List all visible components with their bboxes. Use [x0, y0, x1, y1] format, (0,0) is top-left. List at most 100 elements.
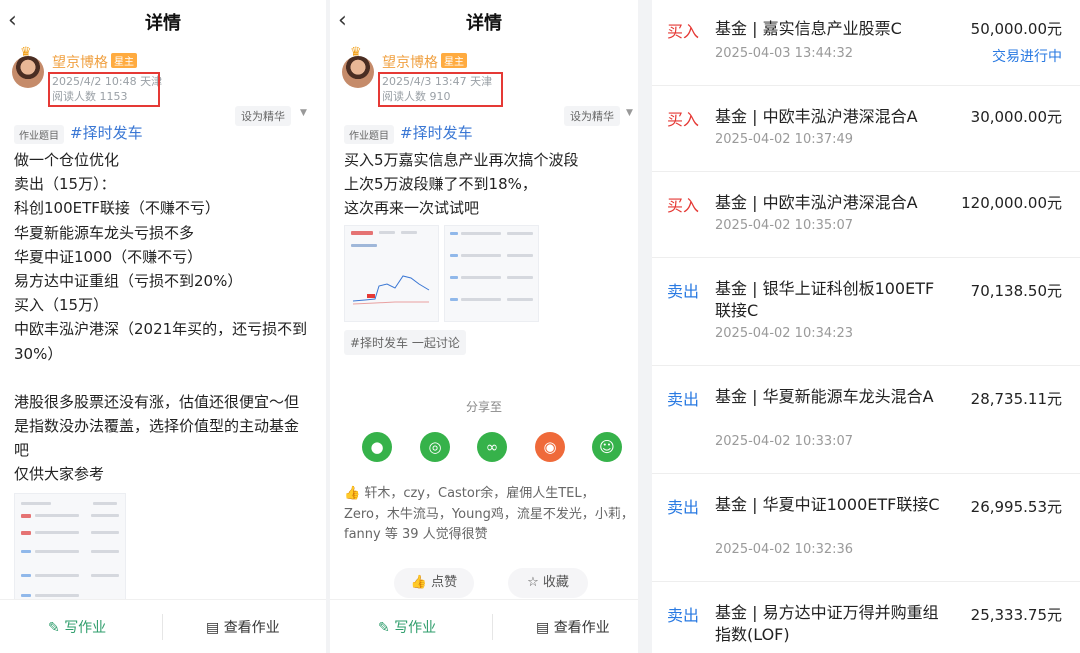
- assignment-tag: 作业题目: [14, 125, 64, 144]
- author-header: ♛ 望京博格 星主 2025/4/2 10:48 天津 阅读人数 1153 设为精…: [0, 40, 326, 126]
- order-type: 卖出: [667, 498, 700, 517]
- order-row[interactable]: 买入 基金 | 中欧丰泓沪港深混合A 2025-04-02 10:37:49 30,0…: [652, 86, 1080, 172]
- order-amount: 50,000.00元: [970, 20, 1062, 38]
- fund-orders-panel: 买入 基金 | 嘉实信息产业股票C 2025-04-03 13:44:32 50,00…: [652, 0, 1080, 653]
- order-time: 2025-04-02 10:37:49: [715, 132, 854, 147]
- body-line: 中欧丰泓沪港深（2021年买的，还亏损不到: [14, 320, 308, 339]
- highlight-box: [48, 72, 160, 107]
- body-line: 华夏新能源车龙头亏损不多: [14, 223, 195, 242]
- order-time: 2025-04-03 13:44:32: [715, 46, 854, 61]
- fund-name: 基金 | 易方达中证万得并购重组指数(LOF): [715, 603, 939, 644]
- avatar[interactable]: [12, 56, 44, 88]
- share-label: 分享至: [465, 400, 502, 414]
- body-line: 吧: [14, 441, 30, 460]
- attached-screenshot[interactable]: [14, 493, 126, 603]
- body-line: 买入5万嘉实信息产业再次搞个波段: [344, 151, 579, 169]
- mini-line-chart: [352, 275, 430, 305]
- body-line: 买入（15万）: [14, 296, 109, 315]
- order-type: 买入: [667, 196, 700, 215]
- view-homework-button[interactable]: ▤ 查看作业: [206, 617, 280, 637]
- body-line: 港股很多股票还没有涨，估值还很便宜～但: [14, 392, 300, 411]
- order-type: 买入: [667, 110, 700, 129]
- order-time: 2025-04-02 10:35:07: [715, 218, 854, 233]
- owner-badge: 星主: [111, 53, 137, 68]
- write-homework-button[interactable]: ✎ 写作业: [378, 617, 436, 637]
- body-line: 科创100ETF联接（不赚不亏）: [14, 199, 220, 218]
- attached-orders-screenshot[interactable]: [444, 225, 539, 322]
- view-label: 查看作业: [553, 620, 610, 636]
- view-label: 查看作业: [223, 620, 280, 636]
- body-line: 这次再来一次试试吧: [344, 199, 480, 218]
- chevron-down-icon[interactable]: ▼: [300, 108, 307, 118]
- post-body: 做一个仓位优化 卖出（15万）： 科创100ETF联接（不赚不亏） 华夏新能源车龙头亏…: [0, 145, 326, 487]
- likes-text: 轩木，czy，Castor余，雇佣人生TEL，Zero，木牛流马，Young鸡，…: [344, 486, 634, 542]
- fund-name: 基金 | 华夏新能源车龙头混合A: [715, 387, 934, 406]
- bottom-toolbar: ✎ 写作业 ▤ 查看作业: [0, 599, 326, 653]
- author-name[interactable]: 望京博格 星主: [52, 52, 137, 72]
- order-type: 卖出: [667, 606, 700, 625]
- weibo-icon[interactable]: ◉: [535, 432, 565, 462]
- body-line: 上次5万波段赚了不到18%，: [344, 175, 537, 194]
- topic-link[interactable]: #择时发车: [400, 122, 473, 143]
- bottom-toolbar: ✎ 写作业 ▤ 查看作业: [330, 599, 638, 653]
- save-image-icon[interactable]: ☺: [592, 432, 622, 462]
- author-name[interactable]: 望京博格 星主: [382, 52, 467, 72]
- write-label: 写作业: [394, 620, 437, 636]
- order-type: 卖出: [667, 282, 700, 301]
- order-amount: 120,000.00元: [961, 194, 1062, 212]
- order-amount: 28,735.11元: [970, 390, 1062, 408]
- assignment-tag: 作业题目: [344, 125, 394, 144]
- favorite-label: 收藏: [542, 575, 569, 590]
- body-line: 是指数没办法覆盖，选择价值型的主动基金: [14, 417, 300, 436]
- body-line: 易方达中证重组（亏损不到20%）: [14, 272, 243, 291]
- page-title: 详情: [466, 13, 502, 34]
- body-line: [14, 366, 312, 390]
- favorite-button[interactable]: ☆ 收藏: [508, 568, 588, 598]
- topic-link[interactable]: #择时发车: [70, 122, 143, 143]
- order-row[interactable]: 卖出 基金 | 华夏中证1000ETF联接C 2025-04-02 10:32:36…: [652, 474, 1080, 582]
- write-homework-button[interactable]: ✎ 写作业: [48, 617, 106, 637]
- like-label: 点赞: [431, 575, 458, 590]
- fund-name: 基金 | 华夏中证1000ETF联接C: [715, 495, 940, 514]
- chevron-down-icon[interactable]: ▼: [626, 108, 633, 118]
- wechat-icon[interactable]: ●: [362, 432, 392, 462]
- post-body: 买入5万嘉实信息产业再次搞个波段 上次5万波段赚了不到18%， 这次再来一次试试吧: [330, 145, 638, 221]
- nav-bar: ‹ 详情: [330, 0, 638, 40]
- moments-icon[interactable]: ◎: [420, 432, 450, 462]
- order-time: 2025-04-02 10:32:36: [715, 542, 854, 557]
- owner-badge: 星主: [441, 53, 467, 68]
- fund-name: 基金 | 中欧丰泓沪港深混合A: [715, 107, 918, 126]
- order-row[interactable]: 买入 基金 | 嘉实信息产业股票C 2025-04-03 13:44:32 50,00…: [652, 0, 1080, 86]
- fund-name: 基金 | 中欧丰泓沪港深混合A: [715, 193, 918, 212]
- likes-list: 👍 轩木，czy，Castor余，雇佣人生TEL，Zero，木牛流马，Young…: [344, 484, 634, 546]
- write-label: 写作业: [64, 620, 107, 636]
- attached-chart-screenshot[interactable]: [344, 225, 439, 322]
- order-time: 2025-04-02 10:34:23: [715, 326, 854, 341]
- avatar[interactable]: [342, 56, 374, 88]
- like-button[interactable]: 👍 点赞: [394, 568, 474, 598]
- order-amount: 26,995.53元: [970, 498, 1062, 516]
- order-amount: 30,000.00元: [970, 108, 1062, 126]
- order-type: 卖出: [667, 390, 700, 409]
- order-row[interactable]: 买入 基金 | 中欧丰泓沪港深混合A 2025-04-02 10:35:07 120,…: [652, 172, 1080, 258]
- link-icon[interactable]: ∞: [477, 432, 507, 462]
- post-detail-panel-1: ‹ 详情 ♛ 望京博格 星主 2025/4/2 10:48 天津 阅读人数 115…: [0, 0, 326, 653]
- body-line: 仅供大家参考: [14, 465, 105, 484]
- post-detail-panel-2: ‹ 详情 ♛ 望京博格 星主 2025/4/3 13:47 天津 阅读人数 910…: [330, 0, 638, 653]
- order-amount: 70,138.50元: [970, 282, 1062, 300]
- body-line: 做一个仓位优化: [14, 151, 120, 169]
- author-header: ♛ 望京博格 星主 2025/4/3 13:47 天津 阅读人数 910 设为精华…: [330, 40, 638, 126]
- order-time: 2025-04-02 10:33:07: [715, 434, 854, 449]
- page-title: 详情: [145, 13, 181, 34]
- nav-bar: ‹ 详情: [0, 0, 326, 40]
- topic-row: 作业题目 #择时发车: [330, 123, 638, 145]
- order-row[interactable]: 卖出 基金 | 易方达中证万得并购重组指数(LOF) 25,333.75元: [652, 582, 1080, 653]
- topic-discuss-chip[interactable]: #择时发车 一起讨论: [344, 330, 466, 355]
- view-homework-button[interactable]: ▤ 查看作业: [536, 617, 610, 637]
- topic-row: 作业题目 #择时发车: [0, 123, 326, 145]
- order-row[interactable]: 卖出 基金 | 银华上证科创板100ETF联接C 2025-04-02 10:34:…: [652, 258, 1080, 366]
- order-status: 交易进行中: [992, 49, 1062, 65]
- order-row[interactable]: 卖出 基金 | 华夏新能源车龙头混合A 2025-04-02 10:33:07 28,…: [652, 366, 1080, 474]
- order-type: 买入: [667, 22, 700, 41]
- highlight-box: [378, 72, 503, 107]
